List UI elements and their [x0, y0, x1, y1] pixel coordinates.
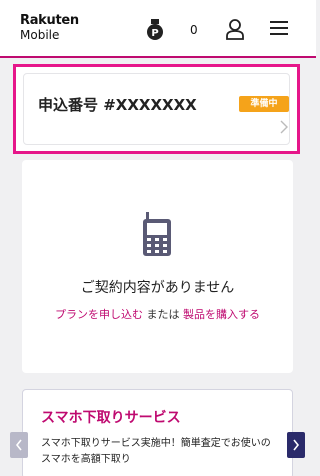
hamburger-menu-icon[interactable] [270, 20, 288, 36]
or-text: または [146, 308, 180, 321]
carousel-next-button[interactable] [287, 432, 305, 458]
chevron-right-icon [293, 439, 300, 451]
mobile-phone-icon [143, 212, 171, 256]
application-number: 申込番号 #XXXXXXX [38, 96, 197, 114]
user-icon[interactable] [225, 18, 245, 40]
chevron-left-icon [15, 439, 22, 451]
application-card[interactable]: 申込番号 #XXXXXXX 準備中 [13, 64, 300, 154]
chevron-right-icon [280, 120, 288, 134]
svg-text:P: P [151, 28, 158, 39]
purchase-product-link[interactable]: 製品を購入する [183, 308, 260, 321]
trade-in-title: スマホ下取りサービス [41, 410, 181, 426]
app-header: Rakuten Mobile P 0 [0, 0, 316, 58]
logo-wordmark-top: Rakuten [20, 13, 79, 28]
status-badge: 準備中 [239, 96, 289, 112]
application-card-inner: 申込番号 #XXXXXXX 準備中 [23, 73, 290, 145]
points-count: 0 [190, 23, 198, 37]
no-contract-message: ご契約内容がありません [80, 280, 235, 296]
points-badge-icon[interactable]: P [146, 19, 164, 41]
carousel-prev-button[interactable] [10, 432, 28, 458]
contract-links: プランを申し込む または 製品を購入する [22, 306, 293, 322]
logo-wordmark-bottom: Mobile [20, 28, 60, 42]
trade-in-description: スマホ下取りサービス実施中！簡単査定でお使いのスマホを高額下取り [41, 438, 271, 465]
rakuten-mobile-logo[interactable]: Rakuten Mobile [20, 14, 79, 41]
contract-card: ご契約内容がありません プランを申し込む または 製品を購入する [22, 160, 293, 373]
apply-plan-link[interactable]: プランを申し込む [55, 308, 143, 321]
trade-in-banner[interactable]: スマホ下取りサービス スマホ下取りサービス実施中！簡単査定でお使いのスマホを高額… [22, 389, 293, 476]
